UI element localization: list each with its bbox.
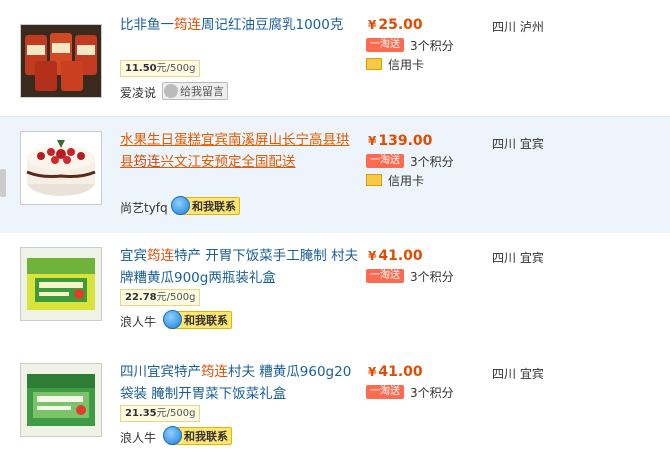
title-keyword: 筠连 [174, 17, 201, 33]
location: 四川 宜宾 [492, 137, 544, 151]
seller-name[interactable]: 浪人牛 [120, 429, 156, 446]
product-row: 宜宾筠连特产 开胃下饭菜手工腌制 村夫牌糟黄瓜900g两瓶装礼盒 22.78元/… [0, 233, 670, 350]
credit-card-label: 信用卡 [388, 173, 425, 188]
contact-area: 给我留言 [162, 82, 228, 100]
price: ¥41.00 [368, 364, 423, 380]
title-keyword: 筠连 [133, 154, 161, 170]
contact-label: 给我留言 [180, 85, 224, 98]
credit-card-badge: 信用卡 [366, 173, 425, 188]
product-thumbnail[interactable] [20, 24, 102, 98]
title-keyword: 筠连 [201, 364, 228, 380]
title-keyword: 筠连 [147, 248, 174, 264]
wangwang-icon [163, 309, 182, 329]
product-title[interactable]: 宜宾筠连特产 开胃下饭菜手工腌制 村夫牌糟黄瓜900g两瓶装礼盒 [120, 245, 360, 289]
seller-name[interactable]: 爱凌说 [120, 84, 156, 101]
product-thumbnail[interactable] [20, 247, 102, 321]
product-row: 水果生日蛋糕宜宾南溪屏山长宁高县珙县筠连兴文江安预定全国配送 尚艺tyfq 和我… [0, 117, 670, 234]
price-value: 139.00 [378, 133, 433, 149]
taobao-badge: 一淘送 [366, 269, 404, 283]
contact-area: 和我联系 [163, 425, 232, 445]
currency-symbol: ¥ [368, 365, 377, 379]
product-title[interactable]: 比非鱼一筠连周记红油豆腐乳1000克 [120, 14, 360, 36]
currency-symbol: ¥ [368, 134, 377, 148]
product-title[interactable]: 水果生日蛋糕宜宾南溪屏山长宁高县珙县筠连兴文江安预定全国配送 [120, 129, 360, 173]
location: 四川 宜宾 [492, 367, 544, 381]
title-text: 宜宾 [120, 248, 147, 264]
unit-price-value: 11.50 [125, 63, 157, 74]
title-text: 四川宜宾特产 [120, 364, 201, 380]
chat-button[interactable]: 和我联系 [163, 309, 232, 329]
credit-card-icon [366, 58, 382, 70]
location: 四川 宜宾 [492, 251, 544, 265]
credit-card-icon [366, 174, 382, 186]
chat-button[interactable]: 和我联系 [163, 425, 232, 445]
product-thumbnail[interactable] [20, 131, 102, 205]
product-thumbnail[interactable] [20, 363, 102, 437]
price-value: 25.00 [378, 17, 423, 33]
credit-card-label: 信用卡 [388, 57, 425, 72]
price: ¥25.00 [368, 17, 423, 33]
contact-label: 和我联系 [184, 314, 228, 327]
unit-price-badge: 11.50元/500g [120, 60, 201, 77]
credit-card-badge: 信用卡 [366, 57, 425, 72]
points: 3个积分 [410, 270, 454, 284]
currency-symbol: ¥ [368, 249, 377, 263]
product-title-link[interactable]: 水果生日蛋糕宜宾南溪屏山长宁高县珙县筠连兴文江安预定全国配送 [120, 132, 350, 170]
currency-symbol: ¥ [368, 18, 377, 32]
contact-label: 和我联系 [192, 200, 236, 213]
taobao-badge: 一淘送 [366, 38, 404, 52]
price-value: 41.00 [378, 248, 423, 264]
leave-message-button[interactable]: 给我留言 [162, 82, 228, 100]
unit-price-label: 元/500g [156, 408, 196, 419]
product-row: 比非鱼一筠连周记红油豆腐乳1000克 11.50元/500g 爱凌说 给我留言 … [0, 0, 670, 117]
taobao-badge: 一淘送 [366, 385, 404, 399]
taobao-badge: 一淘送 [366, 154, 404, 168]
points: 3个积分 [410, 39, 454, 53]
points: 3个积分 [410, 386, 454, 400]
contact-label: 和我联系 [184, 430, 228, 443]
seller-name[interactable]: 尚艺tyfq [120, 199, 168, 216]
price: ¥139.00 [368, 133, 432, 149]
seller-name[interactable]: 浪人牛 [120, 313, 156, 330]
title-text: 兴文江安预定全国配送 [160, 154, 296, 170]
unit-price-label: 元/500g [156, 292, 196, 303]
scroll-handle[interactable] [0, 169, 6, 197]
title-text: 比非鱼一 [120, 17, 174, 33]
price-value: 41.00 [378, 364, 423, 380]
contact-area: 和我联系 [171, 195, 240, 215]
unit-price-value: 22.78 [125, 292, 157, 303]
title-text: 周记红油豆腐乳1000克 [201, 17, 344, 33]
unit-price-badge: 21.35元/500g [120, 405, 201, 422]
location: 四川 泸州 [492, 20, 544, 34]
wangwang-icon [163, 425, 182, 445]
product-title-link[interactable]: 比非鱼一筠连周记红油豆腐乳1000克 [120, 17, 343, 33]
unit-price-badge: 22.78元/500g [120, 289, 201, 306]
points: 3个积分 [410, 155, 454, 169]
price: ¥41.00 [368, 248, 423, 264]
wangwang-icon [171, 195, 190, 215]
product-title-link[interactable]: 四川宜宾特产筠连村夫 糟黄瓜960g20袋装 腌制开胃菜下饭菜礼盒 [120, 364, 351, 402]
product-row: 四川宜宾特产筠连村夫 糟黄瓜960g20袋装 腌制开胃菜下饭菜礼盒 21.35元… [0, 349, 670, 465]
unit-price-label: 元/500g [156, 63, 196, 74]
product-title[interactable]: 四川宜宾特产筠连村夫 糟黄瓜960g20袋装 腌制开胃菜下饭菜礼盒 [120, 361, 360, 405]
contact-area: 和我联系 [163, 309, 232, 329]
unit-price-value: 21.35 [125, 408, 157, 419]
speech-bubble-icon [164, 84, 178, 98]
product-title-link[interactable]: 宜宾筠连特产 开胃下饭菜手工腌制 村夫牌糟黄瓜900g两瓶装礼盒 [120, 248, 358, 286]
chat-button[interactable]: 和我联系 [171, 195, 240, 215]
